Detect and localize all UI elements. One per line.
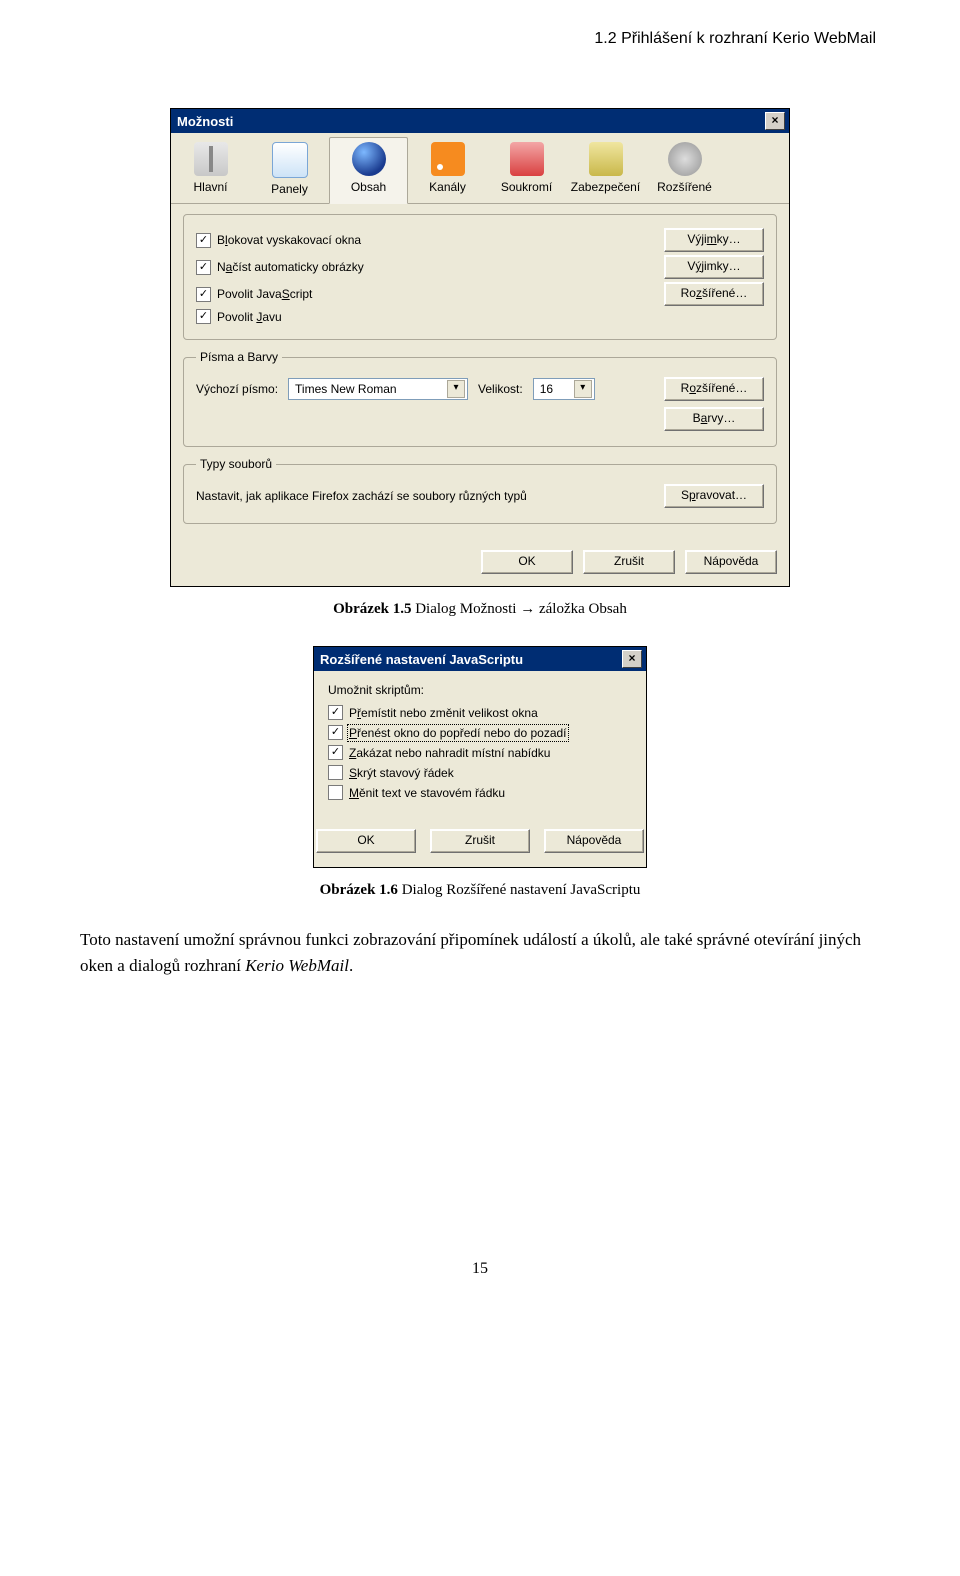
checkbox-change-status-text[interactable]: Měnit text ve stavovém řádku [328,785,632,800]
checkbox-enable-java[interactable]: ✓ Povolit Javu [196,309,282,324]
page-number: 15 [80,1260,880,1278]
tab-label: Zabezpečení [571,180,640,194]
tab-soukromi[interactable]: Soukromí [487,137,566,203]
checkbox-icon: ✓ [196,233,211,248]
checkbox-icon: ✓ [328,725,343,740]
tab-label: Hlavní [193,180,227,194]
figure-caption-1: Obrázek 1.5 Dialog Možnosti → záložka Ob… [80,601,880,618]
checkbox-label: Skrýt stavový řádek [349,766,454,780]
gear-icon [668,142,702,176]
checkbox-icon: ✓ [196,309,211,324]
tabs-toolbar: Hlavní Panely Obsah Kanály Soukromí Zabe… [171,133,789,204]
help-button[interactable]: Nápověda [544,829,644,853]
tab-obsah[interactable]: Obsah [329,137,408,204]
running-header: 1.2 Přihlášení k rozhraní Kerio WebMail [80,30,880,48]
ok-button[interactable]: OK [481,550,573,574]
group-legend: Písma a Barvy [196,350,282,364]
font-size-select[interactable]: 16 ▾ [533,378,595,400]
close-button[interactable]: × [622,650,642,668]
tab-label: Soukromí [501,180,552,194]
chevron-down-icon: ▾ [574,380,592,398]
font-value: Times New Roman [295,379,397,399]
advanced-js-button[interactable]: Rozšířené… [664,282,764,306]
exceptions-button-2[interactable]: Výjimky… [664,255,764,279]
cancel-button[interactable]: Zrušit [430,829,530,853]
dialog-moznosti: Možnosti × Hlavní Panely Obsah Kanály So… [170,108,790,587]
checkbox-label: Povolit Javu [217,310,282,324]
checkbox-icon: ✓ [196,287,211,302]
checkbox-icon: ✓ [328,705,343,720]
ok-button[interactable]: OK [316,829,416,853]
tab-label: Rozšířené [657,180,712,194]
figure-caption-2: Obrázek 1.6 Dialog Rozšířené nastavení J… [80,882,880,899]
tab-rozsirene[interactable]: Rozšířené [645,137,724,203]
globe-icon [352,142,386,176]
tab-label: Panely [271,182,308,196]
checkbox-enable-javascript[interactable]: ✓ Povolit JavaScript [196,287,312,302]
checkbox-move-resize[interactable]: ✓ Přemístit nebo změnit velikost okna [328,705,632,720]
help-button[interactable]: Nápověda [685,550,777,574]
checkbox-icon: ✓ [328,745,343,760]
panels-icon [272,142,308,178]
checkbox-raise-lower[interactable]: ✓ Přenést okno do popředí nebo do pozadí [328,725,632,740]
close-button[interactable]: × [765,112,785,130]
group-fonts-colors: Písma a Barvy Výchozí písmo: Times New R… [183,350,777,447]
dialog-titlebar: Možnosti × [171,109,789,133]
privacy-icon [510,142,544,176]
checkbox-label: Přenést okno do popředí nebo do pozadí [349,726,567,740]
rss-icon [431,142,465,176]
font-size-value: 16 [540,379,553,399]
checkbox-label: Načíst automaticky obrázky [217,260,364,274]
file-types-text: Nastavit, jak aplikace Firefox zachází s… [196,489,527,503]
checkbox-label: Zakázat nebo nahradit místní nabídku [349,746,550,760]
dialog-titlebar: Rozšířené nastavení JavaScriptu × [314,647,646,671]
group-general: ✓ Blokovat vyskakovací okna Výjimky… ✓ N… [183,214,777,340]
font-size-label: Velikost: [478,382,523,396]
checkbox-icon [328,765,343,780]
dialog-title: Možnosti [177,114,233,129]
cancel-button[interactable]: Zrušit [583,550,675,574]
dialog-javascript-advanced: Rozšířené nastavení JavaScriptu × Umožni… [313,646,647,868]
default-font-label: Výchozí písmo: [196,382,278,396]
checkbox-label: Blokovat vyskakovací okna [217,233,361,247]
colors-button[interactable]: Barvy… [664,407,764,431]
font-select[interactable]: Times New Roman ▾ [288,378,468,400]
slider-icon [194,142,228,176]
checkbox-label: Přemístit nebo změnit velikost okna [349,706,538,720]
checkbox-hide-statusbar[interactable]: Skrýt stavový řádek [328,765,632,780]
fonts-advanced-button[interactable]: Rozšířené… [664,377,764,401]
checkbox-context-menu[interactable]: ✓ Zakázat nebo nahradit místní nabídku [328,745,632,760]
manage-button[interactable]: Spravovat… [664,484,764,508]
chevron-down-icon: ▾ [447,380,465,398]
dialog-title: Rozšířené nastavení JavaScriptu [320,652,523,667]
tab-kanaly[interactable]: Kanály [408,137,487,203]
checkbox-icon: ✓ [196,260,211,275]
group-legend: Typy souborů [196,457,276,471]
group-file-types: Typy souborů Nastavit, jak aplikace Fire… [183,457,777,524]
tab-hlavni[interactable]: Hlavní [171,137,250,203]
tab-label: Kanály [429,180,466,194]
exceptions-button-1[interactable]: Výjimky… [664,228,764,252]
section-heading: Umožnit skriptům: [328,683,632,697]
checkbox-load-images[interactable]: ✓ Načíst automaticky obrázky [196,260,364,275]
tab-label: Obsah [351,180,386,194]
checkbox-label: Povolit JavaScript [217,287,312,301]
tab-zabezpeceni[interactable]: Zabezpečení [566,137,645,203]
body-paragraph: Toto nastavení umožní správnou funkci zo… [80,927,880,980]
tab-panely[interactable]: Panely [250,137,329,203]
lock-icon [589,142,623,176]
checkbox-icon [328,785,343,800]
checkbox-label: Měnit text ve stavovém řádku [349,786,505,800]
checkbox-block-popups[interactable]: ✓ Blokovat vyskakovací okna [196,233,361,248]
